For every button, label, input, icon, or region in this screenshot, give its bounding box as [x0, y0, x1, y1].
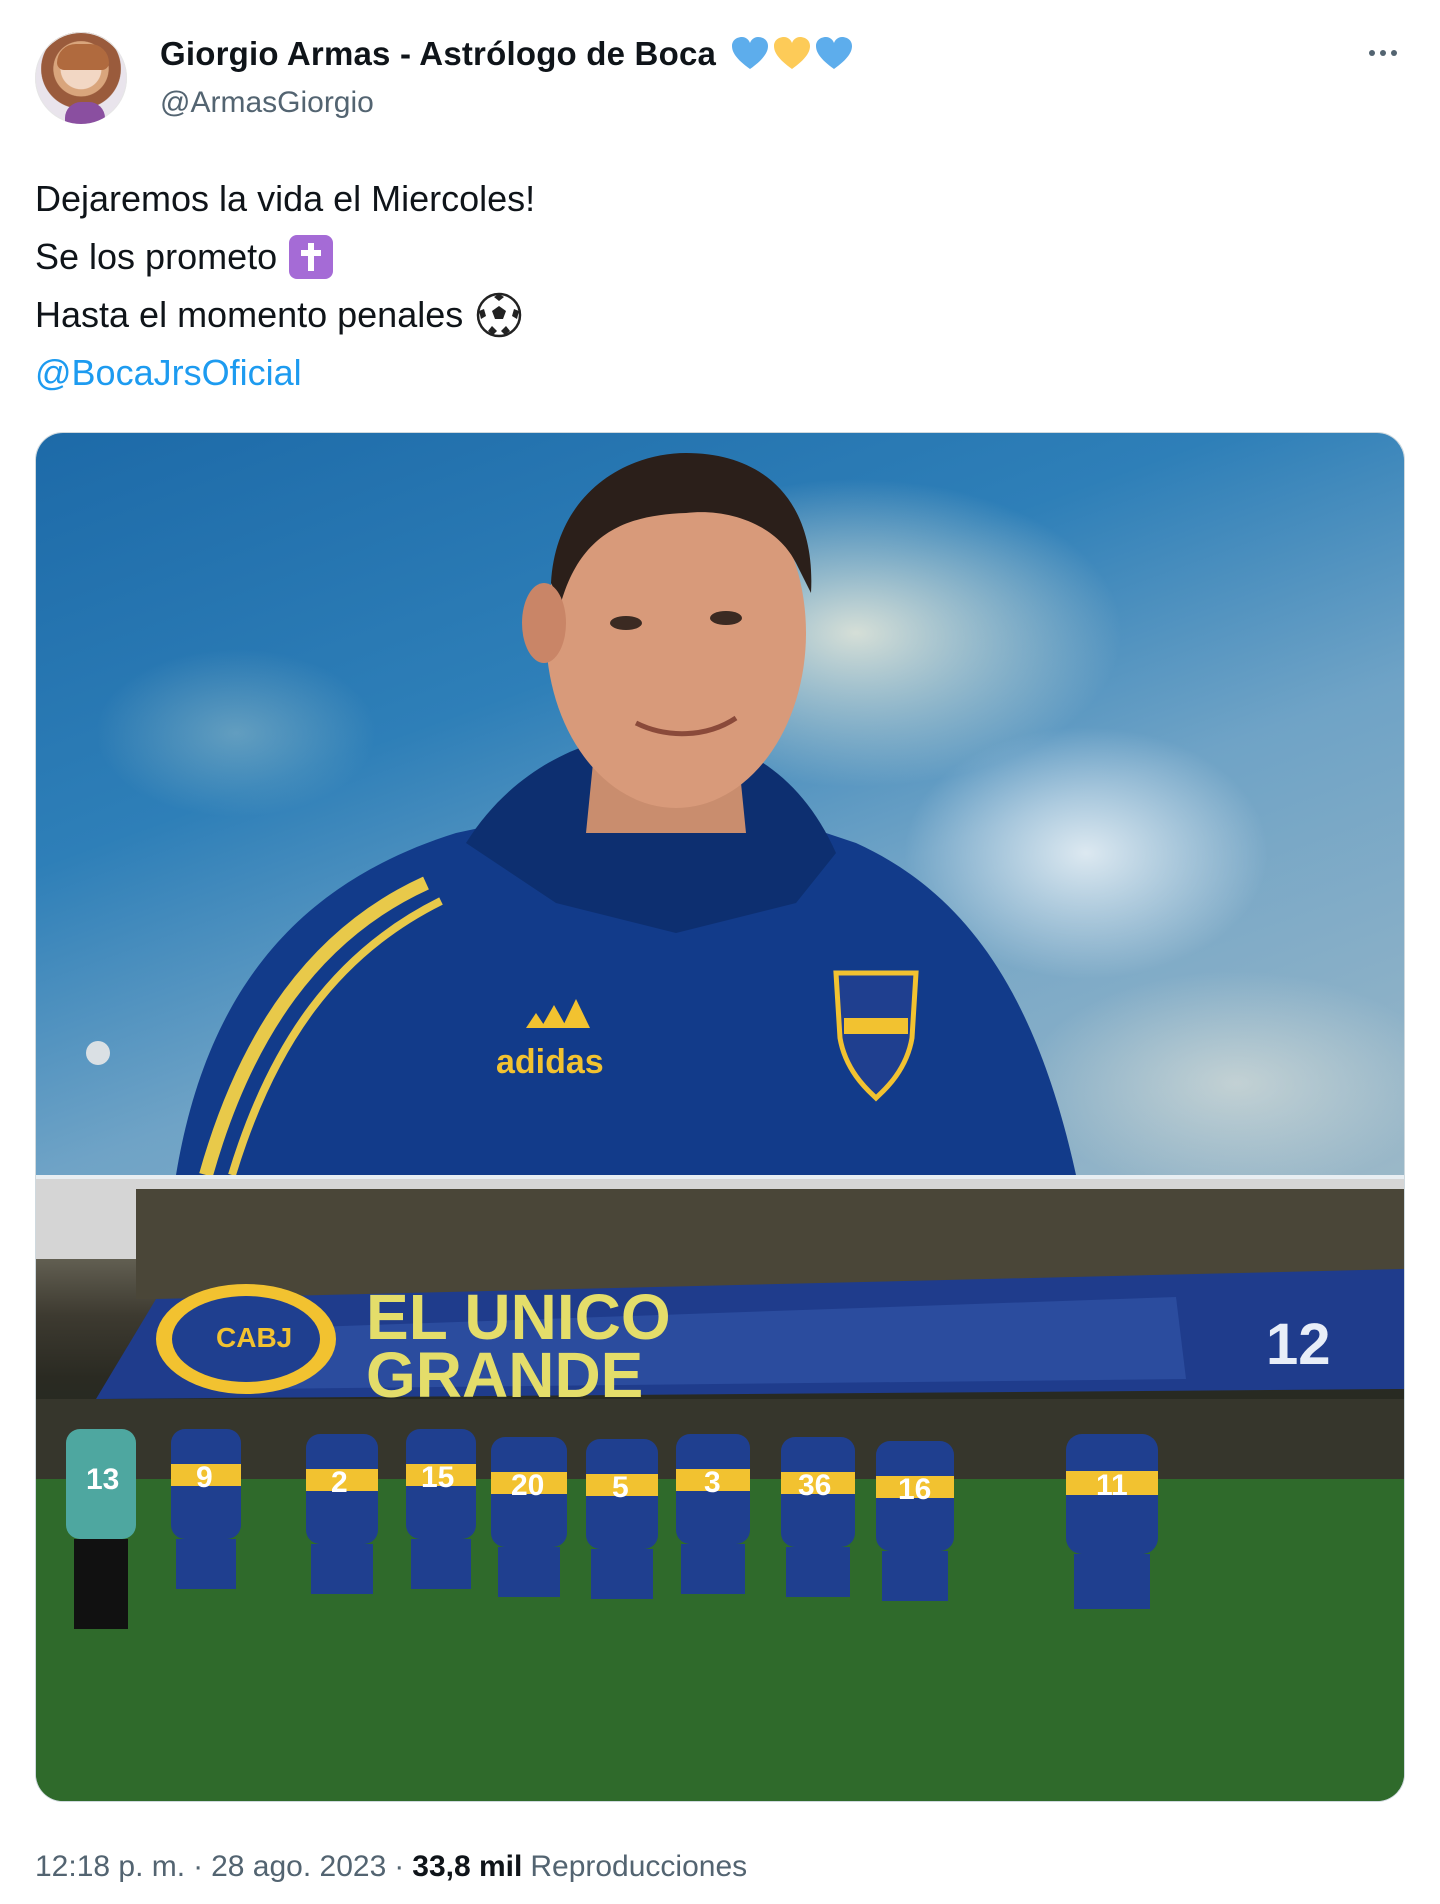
yellow-heart-icon: [774, 37, 811, 69]
player-number: 13: [86, 1463, 119, 1496]
player-number: 15: [421, 1461, 454, 1494]
player-number: 20: [511, 1469, 544, 1502]
tweet-line-text: Dejaremos la vida el Miercoles!: [35, 178, 536, 219]
name-emoji-group: [730, 34, 854, 74]
team-photo[interactable]: EL UNICO GRANDE 12 CABJ 13 9 2 15 20 5 3…: [36, 1179, 1404, 1801]
tweet-line-text: Se los prometo: [35, 236, 278, 277]
banner-crest-text: CABJ: [216, 1322, 292, 1353]
stadium-illustration: EL UNICO GRANDE 12 CABJ 13 9 2 15 20 5 3…: [36, 1179, 1404, 1801]
tweet-media[interactable]: adidas EL UNICO GRANDE 12 CABJ 13 9 2 15…: [35, 432, 1405, 1802]
tweet-line: Hasta el momento penales: [35, 286, 535, 344]
author-display-name[interactable]: Giorgio Armas - Astrólogo de Boca: [160, 35, 716, 73]
meta-separator: ·: [394, 1850, 405, 1883]
adidas-logo-text: adidas: [496, 1043, 604, 1081]
author-avatar[interactable]: [35, 32, 127, 124]
soccer-ball-icon: [477, 292, 522, 338]
player-number: 11: [1096, 1469, 1128, 1502]
coach-illustration: adidas: [86, 453, 1076, 1177]
more-dot-icon: [1369, 50, 1375, 56]
tweet-line: Dejaremos la vida el Miercoles!: [35, 170, 535, 228]
tweet-text: Dejaremos la vida el Miercoles! Se los p…: [35, 170, 535, 402]
author-handle[interactable]: @ArmasGiorgio: [160, 86, 374, 120]
banner-number: 12: [1266, 1312, 1331, 1377]
blue-heart-icon: [732, 37, 769, 69]
latin-cross-icon: [289, 235, 334, 279]
player-number: 9: [196, 1461, 213, 1494]
player-number: 3: [704, 1466, 721, 1499]
tweet-meta: 12:18 p. m. · 28 ago. 2023 · 33,8 mil Re…: [35, 1850, 747, 1884]
player-number: 36: [798, 1469, 831, 1502]
meta-separator: ·: [193, 1850, 204, 1883]
avatar-hair: [57, 44, 109, 70]
tweet-line-text: Hasta el momento penales: [35, 294, 464, 335]
views-count: 33,8 mil: [412, 1850, 523, 1883]
coach-photo[interactable]: adidas: [36, 433, 1404, 1177]
more-dot-icon: [1391, 50, 1397, 56]
tweet: Giorgio Armas - Astrólogo de Boca @Armas…: [0, 0, 1440, 1904]
views-label: Reproducciones: [530, 1850, 748, 1883]
more-options-button[interactable]: [1358, 38, 1408, 68]
author-name-row: Giorgio Armas - Astrólogo de Boca: [160, 34, 854, 74]
more-dot-icon: [1380, 50, 1386, 56]
player-number: 16: [898, 1473, 931, 1506]
player-number: 5: [612, 1471, 629, 1504]
tweet-line: @BocaJrsOficial: [35, 344, 535, 402]
tweet-date[interactable]: 28 ago. 2023: [211, 1850, 386, 1884]
tweet-time[interactable]: 12:18 p. m.: [35, 1850, 185, 1884]
player-number: 2: [331, 1466, 348, 1499]
tweet-line: Se los prometo: [35, 228, 535, 286]
avatar-shirt: [65, 102, 105, 124]
blue-heart-icon: [816, 37, 853, 69]
mention-link[interactable]: @BocaJrsOficial: [35, 344, 302, 402]
